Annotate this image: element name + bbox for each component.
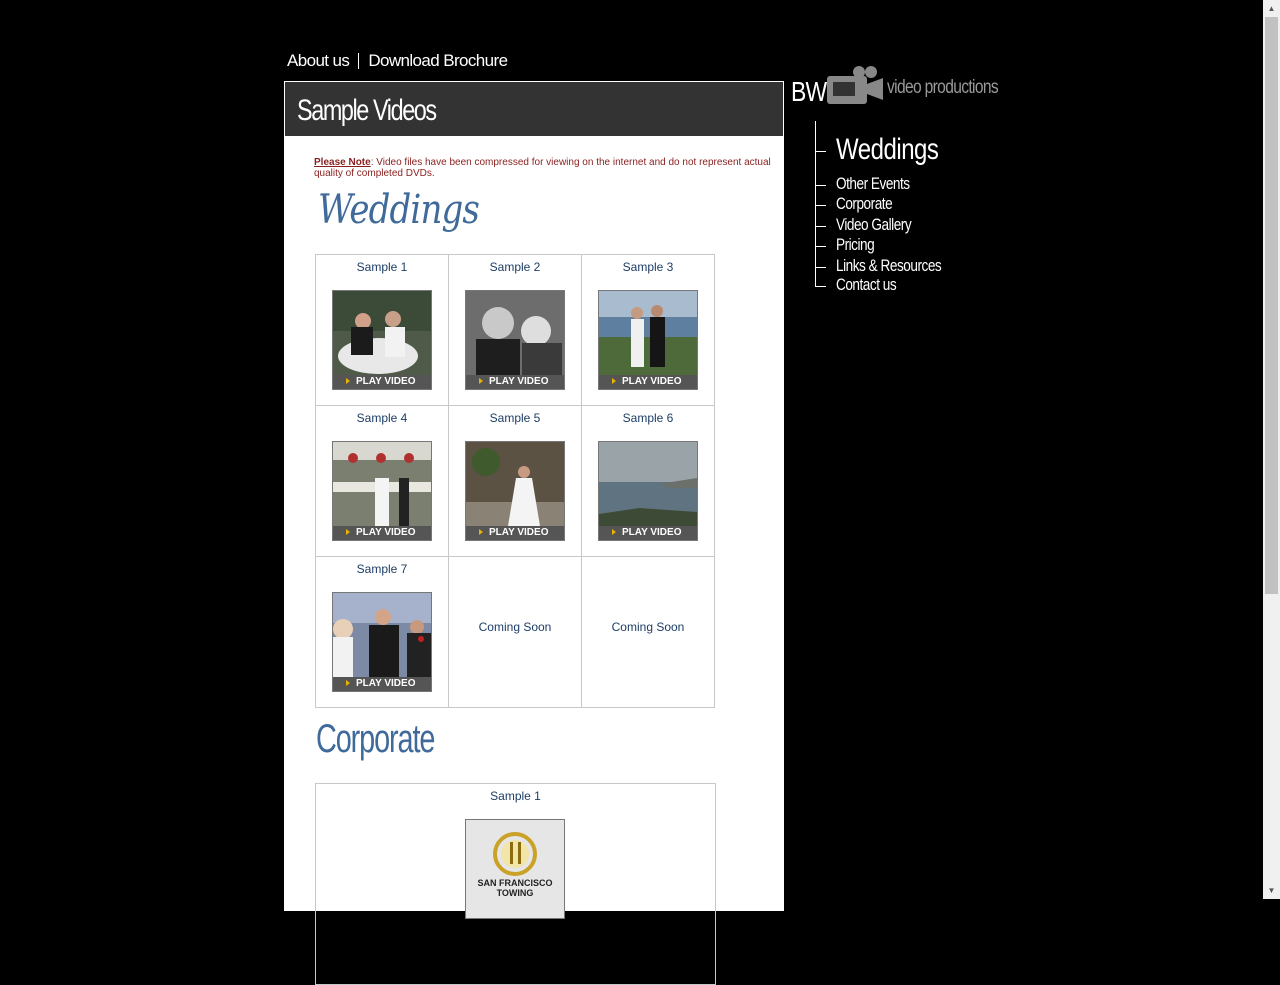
video-cell: Sample 4 PLAY VIDEO: [315, 405, 449, 557]
vertical-scrollbar[interactable]: ▲ ▼: [1263, 0, 1280, 899]
sidebar-item-label[interactable]: Weddings: [836, 133, 939, 167]
video-cell: Sample 7 PLAY VIDEO: [315, 556, 449, 708]
content-panel: Sample Videos Please Note: Video files h…: [284, 81, 784, 985]
sample-title[interactable]: Sample 3: [582, 260, 714, 274]
panel-header: Sample Videos: [284, 81, 784, 136]
play-video-label: PLAY VIDEO: [622, 376, 682, 387]
video-thumbnail[interactable]: PLAY VIDEO: [332, 290, 432, 390]
tree-branch: [815, 246, 826, 247]
play-video-bar[interactable]: PLAY VIDEO: [333, 526, 431, 540]
tree-branch: [815, 205, 826, 206]
wedding-photo-2: [466, 291, 564, 375]
video-thumbnail[interactable]: PLAY VIDEO: [598, 290, 698, 390]
sample-title[interactable]: Sample 1: [316, 789, 715, 803]
video-cell: Sample 2 PLAY VIDEO: [448, 254, 582, 406]
play-video-bar[interactable]: PLAY VIDEO: [466, 526, 564, 540]
sample-title[interactable]: Sample 1: [316, 260, 448, 274]
play-arrow-icon: [612, 378, 616, 385]
play-arrow-icon: [346, 529, 350, 536]
wedding-photo-1: [333, 291, 431, 375]
wedding-photo-5: [466, 442, 564, 526]
svg-text:SAN FRANCISCO: SAN FRANCISCO: [477, 878, 552, 888]
sidebar-item-label[interactable]: Contact us: [836, 275, 897, 295]
video-cell: Coming Soon: [448, 556, 582, 708]
video-cell: Sample 6 PLAY VIDEO: [581, 405, 715, 557]
about-us-link[interactable]: About us: [287, 51, 350, 71]
play-arrow-icon: [346, 378, 350, 385]
video-thumbnail[interactable]: PLAY VIDEO: [598, 441, 698, 541]
play-video-bar[interactable]: PLAY VIDEO: [333, 677, 431, 691]
sidebar-item-label[interactable]: Pricing: [836, 235, 875, 255]
scroll-down-arrow-icon[interactable]: ▼: [1263, 882, 1280, 899]
top-nav: About us Download Brochure: [287, 50, 508, 72]
video-cell: Coming Soon: [581, 556, 715, 708]
video-cell: Sample 3 PLAY VIDEO: [581, 254, 715, 406]
sample-title[interactable]: Sample 2: [449, 260, 581, 274]
play-video-label: PLAY VIDEO: [356, 527, 416, 538]
san-francisco-towing-logo: SAN FRANCISCO TOWING: [466, 820, 564, 904]
nav-divider: [358, 53, 360, 69]
play-video-label: PLAY VIDEO: [489, 527, 549, 538]
play-arrow-icon: [612, 529, 616, 536]
scroll-up-arrow-icon[interactable]: ▲: [1263, 0, 1280, 17]
sidebar-item-label[interactable]: Links & Resources: [836, 256, 942, 276]
note-text: : Video files have been compressed for v…: [314, 157, 771, 179]
video-thumbnail[interactable]: PLAY VIDEO: [332, 441, 432, 541]
svg-text:TOWING: TOWING: [497, 888, 534, 898]
corporate-heading: Corporate: [316, 717, 435, 761]
play-video-label: PLAY VIDEO: [489, 376, 549, 387]
compression-note: Please Note: Video files have been compr…: [314, 157, 774, 179]
coming-soon-label: Coming Soon: [611, 620, 685, 634]
play-video-bar[interactable]: PLAY VIDEO: [599, 526, 697, 540]
video-cell: Sample 1 PLAY VIDEO: [315, 254, 449, 406]
tree-branch: [815, 185, 826, 186]
scrollbar-thumb[interactable]: [1265, 17, 1278, 594]
coming-soon-label: Coming Soon: [478, 620, 552, 634]
download-brochure-link[interactable]: Download Brochure: [368, 51, 508, 71]
play-arrow-icon: [479, 378, 483, 385]
logo-text: video productions: [887, 77, 999, 98]
sidebar-item-label[interactable]: Other Events: [836, 174, 910, 194]
play-arrow-icon: [479, 529, 483, 536]
play-arrow-icon: [346, 680, 350, 687]
tree-branch: [815, 226, 826, 227]
logo-bw: BW: [791, 76, 827, 107]
play-video-bar[interactable]: PLAY VIDEO: [333, 375, 431, 389]
play-video-label: PLAY VIDEO: [622, 527, 682, 538]
play-video-label: PLAY VIDEO: [356, 376, 416, 387]
video-cell: Sample 1 SAN FRANCISCO TOWING: [315, 783, 716, 985]
video-thumbnail[interactable]: PLAY VIDEO: [332, 592, 432, 692]
tree-line: [815, 121, 816, 286]
sample-title[interactable]: Sample 5: [449, 411, 581, 425]
tree-branch: [815, 267, 826, 268]
weddings-video-grid: Sample 1 PLAY VIDEO Sample 2 PLAY VIDEO …: [315, 254, 715, 708]
weddings-heading: Weddings: [318, 187, 480, 233]
sample-title[interactable]: Sample 4: [316, 411, 448, 425]
page-title: Sample Videos: [297, 94, 437, 127]
sample-title[interactable]: Sample 6: [582, 411, 714, 425]
wedding-photo-3: [599, 291, 697, 375]
video-thumbnail[interactable]: PLAY VIDEO: [465, 290, 565, 390]
play-video-bar[interactable]: PLAY VIDEO: [466, 375, 564, 389]
corporate-video-grid: Sample 1 SAN FRANCISCO TOWING: [315, 783, 716, 985]
note-label: Please Note: [314, 157, 371, 168]
sidebar-item-label[interactable]: Corporate: [836, 194, 893, 214]
play-video-label: PLAY VIDEO: [356, 678, 416, 689]
video-cell: Sample 5 PLAY VIDEO: [448, 405, 582, 557]
tree-branch: [815, 286, 826, 287]
video-camera-icon: [827, 66, 883, 104]
play-video-bar[interactable]: PLAY VIDEO: [599, 375, 697, 389]
video-thumbnail[interactable]: PLAY VIDEO: [465, 441, 565, 541]
sample-title[interactable]: Sample 7: [316, 562, 448, 576]
wedding-photo-6: [599, 442, 697, 526]
sidebar-item-label[interactable]: Video Gallery: [836, 215, 912, 235]
wedding-photo-7: [333, 593, 431, 677]
wedding-photo-4: [333, 442, 431, 526]
video-thumbnail[interactable]: SAN FRANCISCO TOWING: [465, 819, 565, 919]
tree-branch: [815, 151, 826, 152]
